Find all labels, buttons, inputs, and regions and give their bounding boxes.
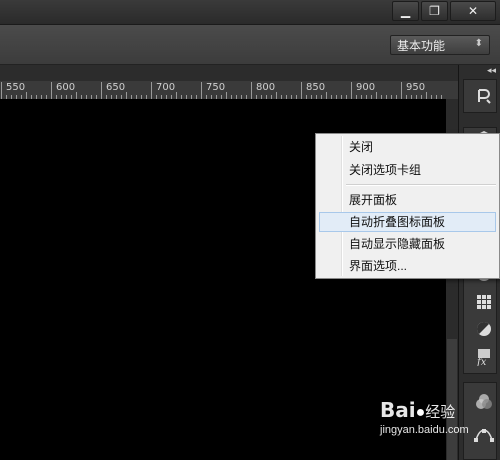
menu-item-interface-options[interactable]: 界面选项... bbox=[319, 256, 496, 276]
dock-group-channels bbox=[463, 382, 497, 460]
panel-context-menu: 关闭 关闭选项卡组 展开面板 自动折叠图标面板 自动显示隐藏面板 界面选项... bbox=[315, 133, 500, 279]
collapse-dock-icon[interactable]: ◂◂ bbox=[487, 65, 496, 76]
ruler-tick bbox=[326, 92, 327, 99]
close-button[interactable]: ✕ bbox=[450, 1, 496, 21]
watermark-url: jingyan.baidu.com bbox=[380, 424, 469, 436]
ruler-label: 750 bbox=[206, 82, 226, 93]
menu-item-close-tab-group[interactable]: 关闭选项卡组 bbox=[319, 160, 496, 180]
swatches-icon[interactable] bbox=[473, 291, 495, 313]
menu-separator bbox=[346, 184, 496, 186]
menu-item-auto-collapse-icon-panels[interactable]: 自动折叠图标面板 bbox=[319, 212, 496, 232]
ruler-tick bbox=[1, 82, 2, 99]
restore-button[interactable]: ❐ bbox=[421, 1, 448, 21]
close-icon: ✕ bbox=[467, 4, 479, 18]
ruler-label: 950 bbox=[406, 82, 426, 93]
ruler-tick bbox=[26, 92, 27, 99]
ruler-tick bbox=[126, 92, 127, 99]
options-bar: 基本功能 ⬍ bbox=[0, 25, 500, 65]
svg-text:fx: fx bbox=[476, 357, 487, 366]
paths-icon[interactable] bbox=[473, 423, 495, 445]
styles-icon[interactable]: fx bbox=[473, 346, 495, 368]
ruler-tick bbox=[101, 82, 102, 99]
ruler-tick bbox=[426, 92, 427, 99]
ruler-label: 650 bbox=[106, 82, 126, 93]
history-icon[interactable] bbox=[473, 85, 495, 107]
ruler-tick bbox=[401, 82, 402, 99]
ruler-label: 600 bbox=[56, 82, 76, 93]
channels-icon[interactable] bbox=[473, 391, 495, 413]
paw-icon: ● bbox=[415, 404, 426, 421]
restore-icon: ❐ bbox=[429, 4, 440, 18]
watermark-brand-suffix: 经验 bbox=[425, 404, 456, 421]
title-bar: ▁ ❐ ✕ bbox=[0, 0, 500, 25]
ruler-tick bbox=[151, 82, 152, 99]
ruler-tick bbox=[301, 82, 302, 99]
menu-item-expand-panels[interactable]: 展开面板 bbox=[319, 190, 496, 210]
ruler-label: 700 bbox=[156, 82, 176, 93]
ruler-tick bbox=[376, 92, 377, 99]
ruler-label: 850 bbox=[306, 82, 326, 93]
workspace-switcher[interactable]: 基本功能 ⬍ bbox=[390, 35, 490, 55]
window-controls: ▁ ❐ ✕ bbox=[392, 1, 496, 21]
ruler-tick bbox=[51, 82, 52, 99]
dock-group-history bbox=[463, 79, 497, 113]
menu-item-auto-show-hidden-panels[interactable]: 自动显示隐藏面板 bbox=[319, 234, 496, 254]
minimize-button[interactable]: ▁ bbox=[392, 1, 419, 21]
horizontal-ruler[interactable]: 550 600 650 700 750 800 850 900 950 bbox=[0, 81, 446, 100]
ruler-tick bbox=[201, 82, 202, 99]
watermark: Bai●经验 jingyan.baidu.com bbox=[380, 398, 469, 436]
watermark-brand: Bai bbox=[380, 398, 416, 422]
minimize-icon: ▁ bbox=[400, 4, 411, 18]
ruler-label: 900 bbox=[356, 82, 376, 93]
ruler-tick bbox=[351, 82, 352, 99]
menu-item-close[interactable]: 关闭 bbox=[319, 137, 496, 157]
ruler-label: 800 bbox=[256, 82, 276, 93]
ruler-tick bbox=[251, 82, 252, 99]
ruler-tick bbox=[276, 92, 277, 99]
ruler-tick bbox=[226, 92, 227, 99]
chevron-updown-icon: ⬍ bbox=[474, 38, 483, 49]
workspace-label: 基本功能 bbox=[397, 38, 446, 53]
ruler-corner bbox=[446, 81, 458, 99]
ruler-tick bbox=[176, 92, 177, 99]
ruler-tick bbox=[76, 92, 77, 99]
adjustments-icon[interactable] bbox=[473, 318, 495, 340]
document-tab-strip bbox=[0, 65, 460, 81]
ruler-label: 550 bbox=[6, 82, 26, 93]
